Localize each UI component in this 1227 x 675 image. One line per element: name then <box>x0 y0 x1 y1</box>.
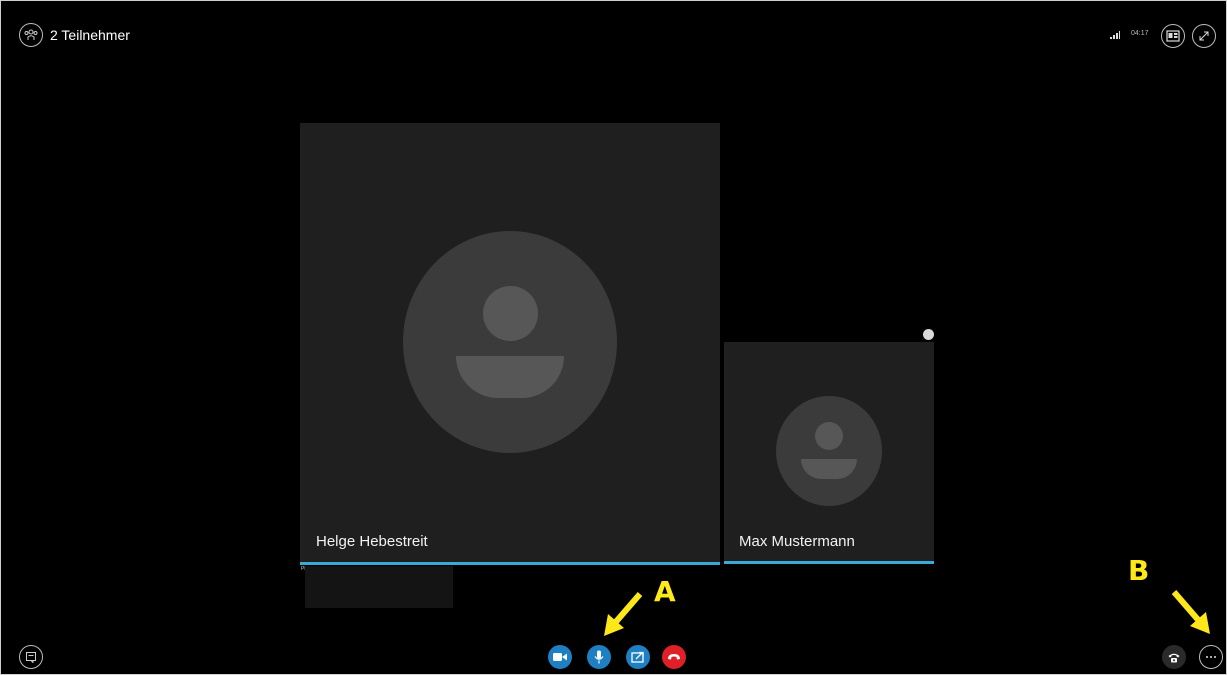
more-options-button[interactable] <box>1199 645 1223 669</box>
participant-tile-side[interactable]: Max Mustermann <box>724 342 934 564</box>
call-timer: 04:17 <box>1131 30 1149 37</box>
dialpad-button[interactable] <box>1162 645 1186 669</box>
video-button[interactable] <box>548 645 572 669</box>
self-view-preview[interactable] <box>305 566 453 608</box>
hang-up-icon <box>668 654 680 660</box>
avatar <box>776 396 882 506</box>
people-icon <box>19 23 43 47</box>
participants-count: 2 Teilnehmer <box>50 27 130 43</box>
layout-icon <box>1166 30 1180 42</box>
fullscreen-button[interactable] <box>1192 24 1216 48</box>
microphone-icon <box>594 650 604 664</box>
chat-button[interactable] <box>19 645 43 669</box>
annotation-arrow-a <box>604 592 643 636</box>
annotation-arrow-b <box>1171 590 1210 634</box>
annotation-label-a: A <box>654 575 676 608</box>
annotation-label-b: B <box>1128 554 1150 587</box>
participant-name: Max Mustermann <box>739 533 855 550</box>
layout-button[interactable] <box>1161 24 1185 48</box>
more-options-icon <box>1206 656 1216 658</box>
participants-button[interactable]: 2 Teilnehmer <box>19 23 130 47</box>
avatar <box>403 231 617 453</box>
phone-dialpad-icon <box>1168 653 1180 662</box>
chat-icon <box>26 652 36 663</box>
hang-up-button[interactable] <box>662 645 686 669</box>
share-screen-button[interactable] <box>626 645 650 669</box>
expand-icon <box>1199 31 1209 41</box>
video-camera-icon <box>553 653 567 661</box>
participant-name: Helge Hebestreit <box>316 533 428 550</box>
participant-tile-main[interactable]: Helge Hebestreit <box>300 123 720 565</box>
share-screen-icon <box>631 651 644 663</box>
pin-icon[interactable] <box>923 329 934 340</box>
microphone-button[interactable] <box>587 645 611 669</box>
signal-bars-icon <box>1110 31 1120 39</box>
